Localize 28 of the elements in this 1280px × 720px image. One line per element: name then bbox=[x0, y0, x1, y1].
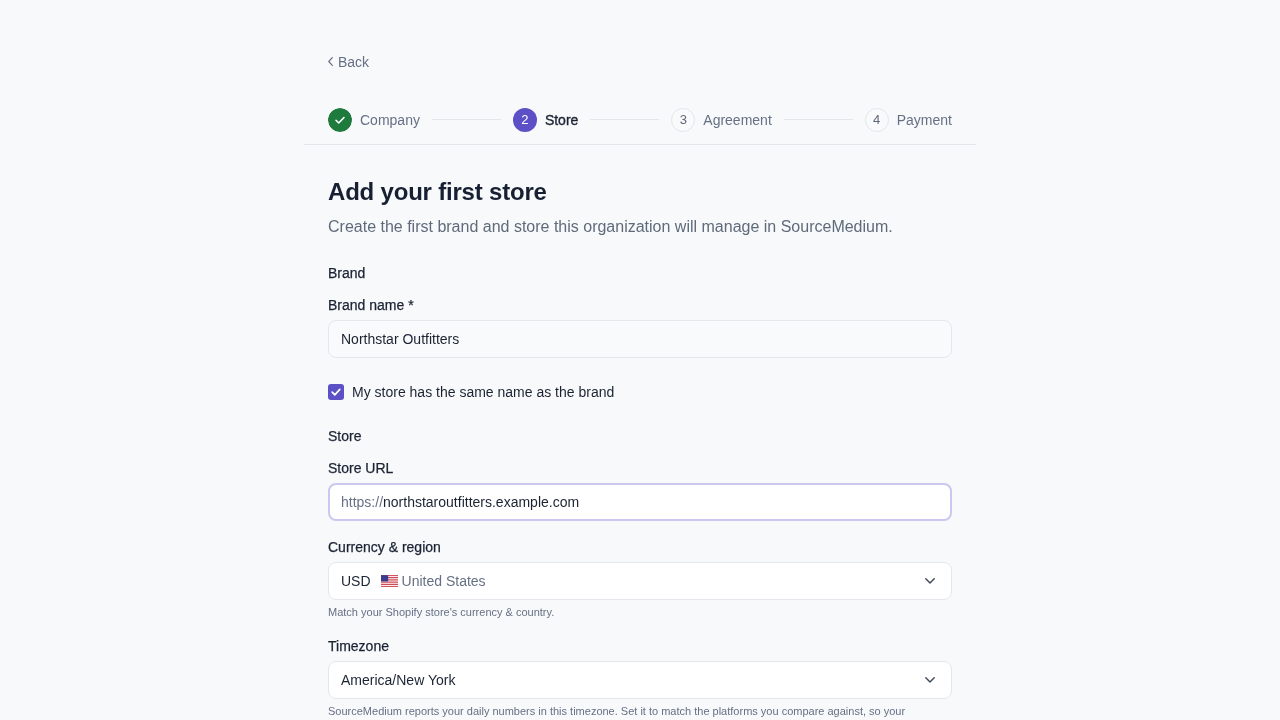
field-label: Brand name * bbox=[328, 295, 415, 315]
section-heading: Store bbox=[328, 426, 363, 446]
field-label: Timezone bbox=[328, 636, 390, 656]
step-number: 4 bbox=[864, 107, 889, 132]
select-field[interactable]: America/New York bbox=[328, 660, 952, 699]
select-field[interactable]: USD United States bbox=[328, 561, 952, 600]
back-link[interactable]: Back bbox=[328, 52, 370, 71]
page-subtitle: Create the first brand and store this organization will manage in SourceMedium. bbox=[328, 216, 894, 237]
help-text: Match your Shopify store's currency & country. bbox=[328, 604, 556, 620]
step-label: Payment bbox=[896, 110, 952, 129]
field-label: Currency & region bbox=[328, 537, 442, 557]
url-field[interactable]: https://northstaroutfitters.example.com bbox=[328, 482, 952, 521]
chevron-left-icon bbox=[328, 57, 333, 66]
text-field[interactable]: Northstar Outfitters bbox=[328, 319, 952, 358]
step-label: Agreement bbox=[703, 110, 772, 129]
step-label: Company bbox=[360, 110, 420, 129]
checkbox[interactable] bbox=[328, 383, 344, 400]
step-number: 3 bbox=[671, 107, 696, 132]
field-label: Store URL bbox=[328, 458, 395, 478]
section-heading: Brand bbox=[328, 263, 367, 283]
step-number: 2 bbox=[512, 107, 537, 132]
us-flag-icon bbox=[380, 574, 398, 587]
checkbox-label: My store has the same name as the brand bbox=[352, 382, 615, 402]
step-label: Store bbox=[544, 110, 579, 129]
chevron-down-icon bbox=[925, 577, 935, 584]
chevron-down-icon bbox=[925, 676, 935, 683]
help-text: SourceMedium reports your daily numbers in this timezone. Set it to match the platforms you compare against, so your bbox=[328, 703, 907, 719]
page-title: Add your first store bbox=[328, 176, 548, 207]
